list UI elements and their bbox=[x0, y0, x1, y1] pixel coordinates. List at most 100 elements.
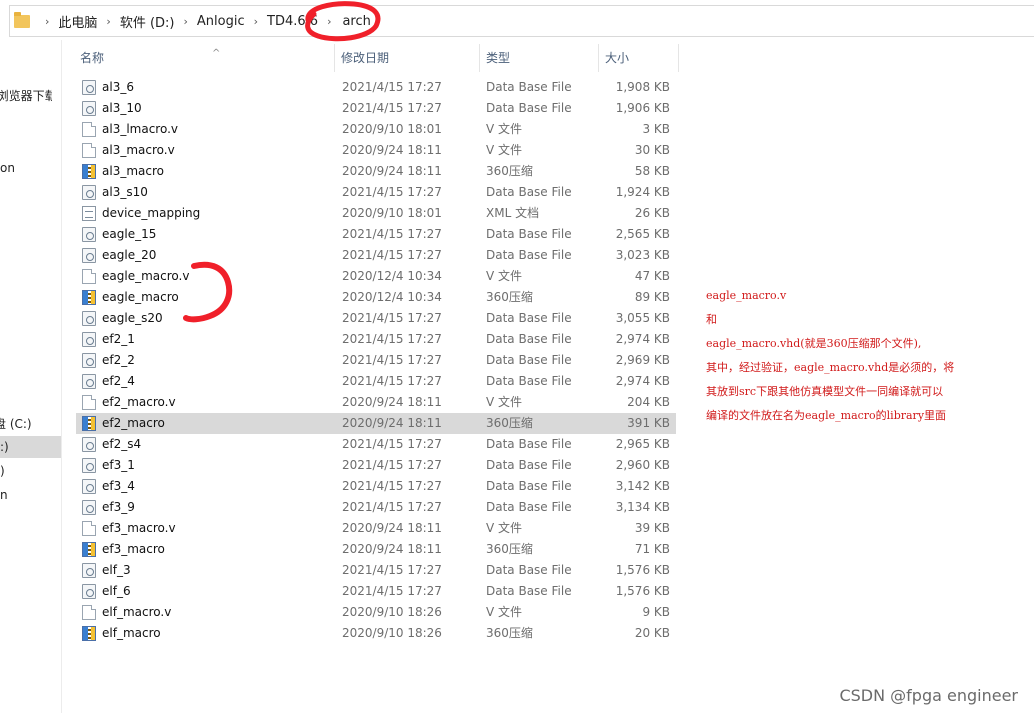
nav-item-drive-c[interactable]: 盘 (C:) bbox=[0, 413, 56, 435]
chevron-right-icon[interactable]: › bbox=[184, 15, 188, 28]
sort-ascending-icon: ^ bbox=[212, 48, 221, 59]
file-row[interactable]: ef2_2 2021/4/15 17:27 Data Base File 2,969 … bbox=[76, 350, 676, 371]
chevron-right-icon[interactable]: › bbox=[327, 15, 331, 28]
file-name: al3_10 bbox=[102, 101, 142, 115]
file-type: Data Base File bbox=[486, 353, 572, 367]
file-type: 360压缩 bbox=[486, 164, 533, 178]
file-name: elf_macro.v bbox=[102, 605, 172, 619]
database-file-icon bbox=[82, 227, 96, 242]
chevron-right-icon[interactable]: › bbox=[254, 15, 258, 28]
file-date: 2020/12/4 10:34 bbox=[342, 290, 442, 304]
file-row[interactable]: ef3_1 2021/4/15 17:27 Data Base File 2,960 … bbox=[76, 455, 676, 476]
breadcrumb-anlogic[interactable]: Anlogic bbox=[197, 14, 245, 29]
file-date: 2021/4/15 17:27 bbox=[342, 227, 442, 241]
file-size: 3,055 KB bbox=[615, 311, 670, 325]
file-type: Data Base File bbox=[486, 185, 572, 199]
file-size: 3 KB bbox=[642, 122, 670, 136]
file-row[interactable]: elf_macro.v 2020/9/10 18:26 V 文件 9 KB bbox=[76, 602, 676, 623]
file-row[interactable]: al3_10 2021/4/15 17:27 Data Base File 1,906… bbox=[76, 98, 676, 119]
file-row[interactable]: al3_lmacro.v 2020/9/10 18:01 V 文件 3 KB bbox=[76, 119, 676, 140]
annotation-line: 其中，经过验证，eagle_macro.vhd是必须的，将 bbox=[706, 361, 955, 374]
database-file-icon bbox=[82, 248, 96, 263]
file-date: 2021/4/15 17:27 bbox=[342, 458, 442, 472]
file-row[interactable]: eagle_15 2021/4/15 17:27 Data Base File 2,5… bbox=[76, 224, 676, 245]
v-file-icon bbox=[82, 122, 96, 137]
database-file-icon bbox=[82, 332, 96, 347]
file-type: 360压缩 bbox=[486, 626, 533, 640]
file-row[interactable]: al3_s10 2021/4/15 17:27 Data Base File 1,92… bbox=[76, 182, 676, 203]
file-type: V 文件 bbox=[486, 122, 523, 136]
breadcrumb[interactable]: › 此电脑 › 软件 (D:) › Anlogic › TD4.6.6 › ar… bbox=[9, 5, 1034, 37]
file-size: 26 KB bbox=[634, 206, 670, 220]
file-row[interactable]: ef2_1 2021/4/15 17:27 Data Base File 2,974 … bbox=[76, 329, 676, 350]
file-row[interactable]: ef3_4 2021/4/15 17:27 Data Base File 3,142 … bbox=[76, 476, 676, 497]
nav-item-partial[interactable]: on bbox=[0, 157, 61, 179]
file-date: 2020/9/10 18:26 bbox=[342, 605, 442, 619]
file-row[interactable]: elf_6 2021/4/15 17:27 Data Base File 1,576 … bbox=[76, 581, 676, 602]
breadcrumb-td466[interactable]: TD4.6.6 bbox=[267, 14, 318, 29]
column-header-name[interactable]: 名称 ^ bbox=[74, 44, 335, 72]
file-date: 2021/4/15 17:27 bbox=[342, 437, 442, 451]
file-row[interactable]: al3_macro 2020/9/24 18:11 360压缩 58 KB bbox=[76, 161, 676, 182]
file-size: 39 KB bbox=[634, 521, 670, 535]
chevron-right-icon[interactable]: › bbox=[106, 15, 110, 28]
file-row[interactable]: ef2_s4 2021/4/15 17:27 Data Base File 2,965… bbox=[76, 434, 676, 455]
breadcrumb-drive-d[interactable]: 软件 (D:) bbox=[120, 12, 175, 31]
database-file-icon bbox=[82, 584, 96, 599]
file-type: Data Base File bbox=[486, 248, 572, 262]
zip-archive-icon bbox=[82, 626, 96, 641]
folder-icon bbox=[14, 11, 30, 28]
file-row[interactable]: eagle_macro 2020/12/4 10:34 360压缩 89 KB bbox=[76, 287, 676, 308]
nav-item-downloads[interactable]: c浏览器下载 bbox=[0, 85, 52, 107]
database-file-icon bbox=[82, 311, 96, 326]
file-name: elf_6 bbox=[102, 584, 131, 598]
file-size: 1,908 KB bbox=[615, 80, 670, 94]
file-date: 2021/4/15 17:27 bbox=[342, 563, 442, 577]
file-row[interactable]: ef2_macro.v 2020/9/24 18:11 V 文件 204 KB bbox=[76, 392, 676, 413]
file-date: 2021/4/15 17:27 bbox=[342, 185, 442, 199]
column-header-date[interactable]: 修改日期 bbox=[335, 44, 480, 72]
file-row[interactable]: ef3_9 2021/4/15 17:27 Data Base File 3,134 … bbox=[76, 497, 676, 518]
file-date: 2020/12/4 10:34 bbox=[342, 269, 442, 283]
file-name: ef3_macro.v bbox=[102, 521, 176, 535]
file-name: ef2_4 bbox=[102, 374, 135, 388]
file-row[interactable]: ef3_macro.v 2020/9/24 18:11 V 文件 39 KB bbox=[76, 518, 676, 539]
file-name: al3_macro bbox=[102, 164, 164, 178]
file-row[interactable]: eagle_20 2021/4/15 17:27 Data Base File 3,0… bbox=[76, 245, 676, 266]
file-row[interactable]: elf_3 2021/4/15 17:27 Data Base File 1,576 … bbox=[76, 560, 676, 581]
file-row[interactable]: al3_macro.v 2020/9/24 18:11 V 文件 30 KB bbox=[76, 140, 676, 161]
file-type: 360压缩 bbox=[486, 416, 533, 430]
annotation-note: eagle_macro.v 和 eagle_macro.vhd(就是360压缩那个文… bbox=[706, 284, 1026, 428]
chevron-right-icon[interactable]: › bbox=[45, 15, 49, 28]
file-name: ef2_s4 bbox=[102, 437, 142, 451]
file-size: 2,965 KB bbox=[615, 437, 670, 451]
file-name: ef2_macro bbox=[102, 416, 165, 430]
breadcrumb-arch[interactable]: arch bbox=[342, 14, 370, 29]
file-type: Data Base File bbox=[486, 227, 572, 241]
file-row[interactable]: ef3_macro 2020/9/24 18:11 360压缩 71 KB bbox=[76, 539, 676, 560]
file-row[interactable]: ef2_macro 2020/9/24 18:11 360压缩 391 KB bbox=[76, 413, 676, 434]
file-size: 2,974 KB bbox=[615, 374, 670, 388]
file-type: Data Base File bbox=[486, 80, 572, 94]
file-row[interactable]: elf_macro 2020/9/10 18:26 360压缩 20 KB bbox=[76, 623, 676, 644]
nav-item-drive-e[interactable]: ) bbox=[0, 460, 61, 482]
file-type: Data Base File bbox=[486, 584, 572, 598]
file-row[interactable]: ef2_4 2021/4/15 17:27 Data Base File 2,974 … bbox=[76, 371, 676, 392]
column-header-type[interactable]: 类型 bbox=[480, 44, 599, 72]
v-file-icon bbox=[82, 269, 96, 284]
nav-item-drive-d[interactable]: :) bbox=[0, 436, 61, 458]
file-row[interactable]: eagle_macro.v 2020/12/4 10:34 V 文件 47 KB bbox=[76, 266, 676, 287]
file-size: 20 KB bbox=[634, 626, 670, 640]
file-row[interactable]: al3_6 2021/4/15 17:27 Data Base File 1,908 … bbox=[76, 77, 676, 98]
file-size: 58 KB bbox=[634, 164, 670, 178]
file-type: V 文件 bbox=[486, 605, 523, 619]
file-name: al3_s10 bbox=[102, 185, 148, 199]
file-row[interactable]: device_mapping 2020/9/10 18:01 XML 文档 26 KB bbox=[76, 203, 676, 224]
breadcrumb-this-pc[interactable]: 此电脑 bbox=[58, 12, 97, 31]
file-date: 2020/9/24 18:11 bbox=[342, 542, 442, 556]
file-type: Data Base File bbox=[486, 374, 572, 388]
column-header-size[interactable]: 大小 bbox=[599, 44, 679, 72]
nav-item-network[interactable]: n bbox=[0, 484, 61, 506]
file-row[interactable]: eagle_s20 2021/4/15 17:27 Data Base File 3,… bbox=[76, 308, 676, 329]
file-size: 2,565 KB bbox=[615, 227, 670, 241]
